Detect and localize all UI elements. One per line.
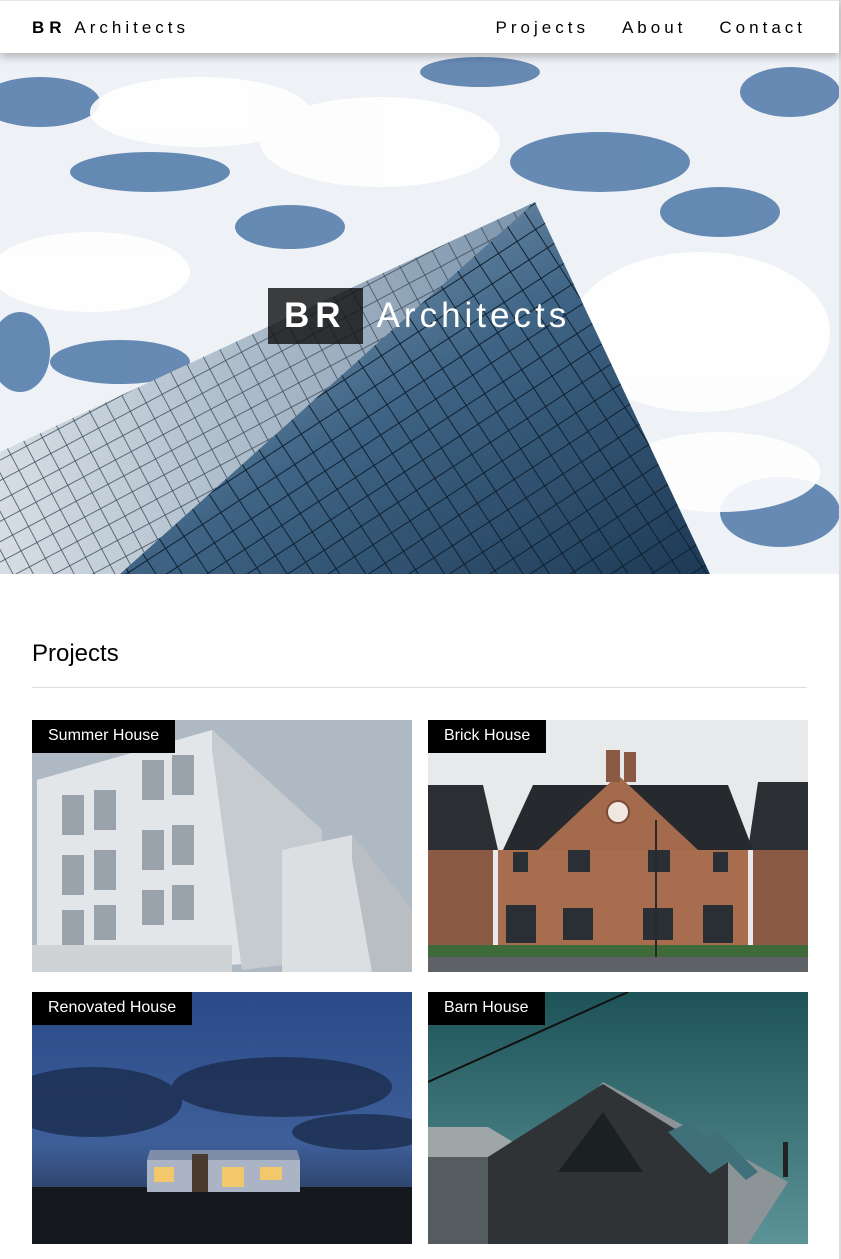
projects-heading: Projects (32, 640, 119, 667)
hero-title: BR Architects (268, 288, 570, 344)
nav-links: Projects About Contact (496, 18, 806, 38)
project-label-brick-house: Brick House (428, 720, 547, 753)
navbar: BR Architects Projects About Contact (0, 0, 839, 53)
renovated-house-image (32, 992, 412, 1244)
hero-title-bold: BR (268, 288, 363, 344)
nav-link-projects[interactable]: Projects (496, 18, 589, 38)
nav-link-contact[interactable]: Contact (719, 18, 806, 38)
hero-banner: BR Architects (0, 52, 839, 574)
project-label-summer-house: Summer House (32, 720, 176, 753)
hero-title-text: Architects (376, 296, 571, 335)
brand-logo[interactable]: BR Architects (32, 18, 189, 38)
brick-house-image (428, 720, 808, 972)
project-card-renovated-house[interactable]: Renovated House (32, 992, 412, 1244)
nav-link-about[interactable]: About (622, 18, 686, 38)
project-card-brick-house[interactable]: Brick House (428, 720, 808, 972)
project-card-summer-house[interactable]: Summer House (32, 720, 412, 972)
barn-house-image (428, 992, 808, 1244)
summer-house-image (32, 720, 412, 972)
project-card-barn-house[interactable]: Barn House (428, 992, 808, 1244)
project-label-barn-house: Barn House (428, 992, 545, 1025)
brand-bold: BR (32, 18, 67, 37)
brand-text: Architects (74, 18, 189, 37)
section-divider (32, 687, 807, 688)
project-label-renovated-house: Renovated House (32, 992, 193, 1025)
